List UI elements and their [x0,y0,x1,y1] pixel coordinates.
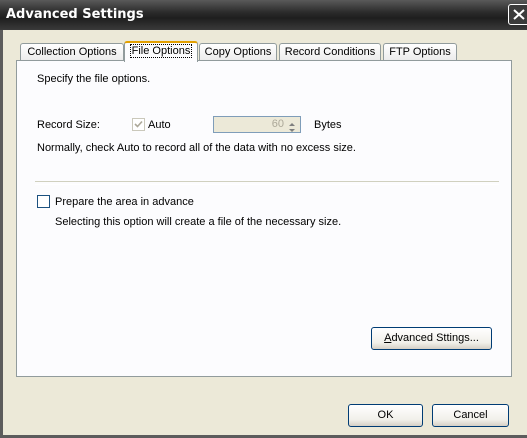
tab-file-options[interactable]: File Options [124,41,198,62]
record-size-label: Record Size: [37,119,100,131]
auto-checkbox[interactable] [132,118,145,131]
tab-label: FTP Options [389,46,451,58]
tab-label: Record Conditions [284,46,376,58]
intro-text: Specify the file options. [37,73,151,85]
record-note-text: Normally, check Auto to record all of th… [37,142,356,154]
prepare-area-checkbox[interactable] [37,195,50,208]
ok-button[interactable]: OK [348,404,423,427]
cancel-label: Cancel [453,409,488,421]
checkmark-icon [134,120,143,128]
record-size-stepper[interactable]: 60 [213,116,301,133]
tab-ftp-options[interactable]: FTP Options [383,43,457,60]
close-icon [513,9,525,20]
prepare-area-description: Selecting this option will create a file… [55,216,342,228]
auto-label: Auto [148,119,171,131]
advanced-settings-dialog: Advanced Settings Collection Options Fil… [0,0,527,438]
tab-record-conditions[interactable]: Record Conditions [279,43,381,60]
arrow-down-icon [289,129,295,132]
ok-label: OK [377,409,394,421]
title-bar[interactable]: Advanced Settings [0,0,527,30]
close-button[interactable] [508,4,527,25]
advanced-settings-button[interactable]: Advanced Sttings... [371,327,492,350]
section-divider [35,181,499,185]
window-title: Advanced Settings [6,7,144,22]
tab-copy-options[interactable]: Copy Options [199,43,277,60]
tab-collection-options[interactable]: Collection Options [20,43,124,60]
cancel-button[interactable]: Cancel [432,404,509,427]
record-size-value: 60 [271,118,284,130]
prepare-area-label: Prepare the area in advance [55,196,194,208]
spin-down-button[interactable] [285,125,299,132]
advanced-button-label: dvanced Sttings... [391,332,479,344]
window-frame-left [0,30,3,438]
tab-label: Collection Options [27,46,117,58]
size-unit-label: Bytes [314,119,342,131]
spin-buttons [285,118,299,132]
tab-label: File Options [129,44,193,58]
spin-up-button[interactable] [285,118,299,126]
tab-label: Copy Options [204,46,272,58]
